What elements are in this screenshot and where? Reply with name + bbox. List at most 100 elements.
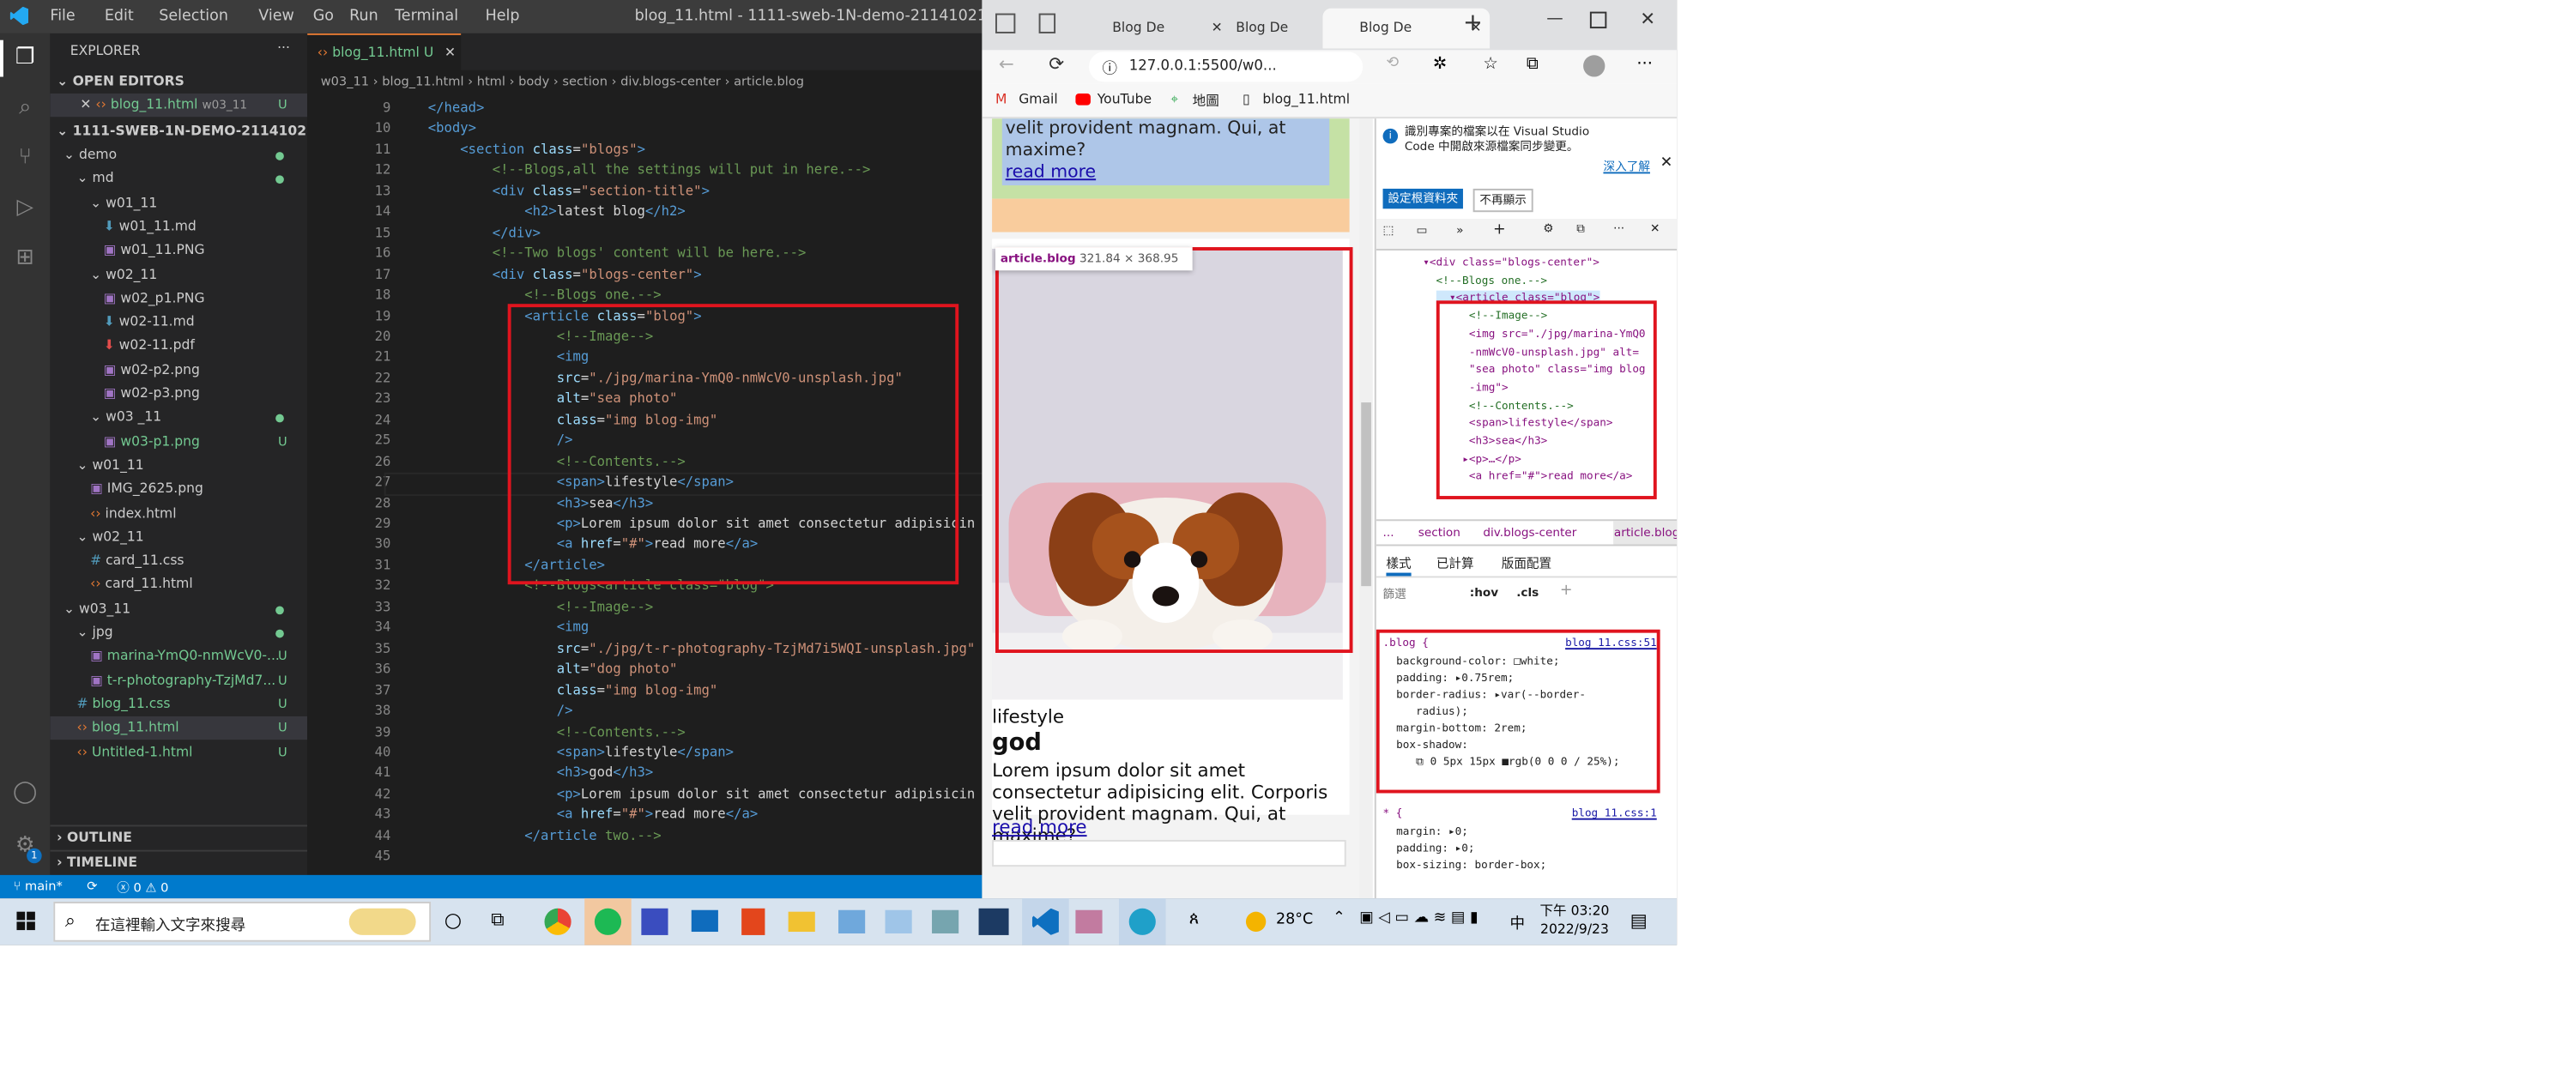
tree-item-img[interactable]: ▣ w01_11.PNG	[50, 239, 307, 263]
weather-temp[interactable]: 28°C	[1276, 912, 1313, 928]
extensions-icon[interactable]: ✲	[1433, 55, 1447, 73]
clock[interactable]: 下午 03:20 2022/9/23	[1539, 902, 1609, 939]
code-line[interactable]: <a href="#">read more</a>	[396, 807, 758, 823]
menu-help[interactable]: Help	[486, 9, 520, 25]
tree-item-html[interactable]: ‹› index.html	[50, 502, 307, 525]
page-icon[interactable]	[1038, 13, 1056, 33]
dom-node[interactable]: ▾<div class="blogs-center">	[1423, 256, 1599, 269]
info-icon[interactable]: ⓘ	[1103, 57, 1118, 78]
tree-item-folder[interactable]: ⌄ w02_11	[50, 263, 307, 287]
styles-tab[interactable]: 樣式	[1386, 554, 1412, 577]
devc-icon[interactable]	[978, 908, 1009, 935]
chrome-icon[interactable]	[544, 908, 571, 935]
new-rule-icon[interactable]: +	[1560, 583, 1573, 599]
tree-item-html[interactable]: ‹› blog_11.html U	[50, 716, 308, 740]
filter-input[interactable]: 篩選	[1383, 586, 1450, 602]
people-icon[interactable]: ጰ	[1189, 910, 1200, 928]
menu-file[interactable]: File	[50, 9, 75, 25]
chevron-up-icon[interactable]: ⌃	[1333, 910, 1345, 927]
tab-actions-icon[interactable]	[995, 13, 1016, 33]
page-scrollbar[interactable]	[1359, 118, 1373, 899]
account-icon[interactable]: ◯	[12, 780, 39, 806]
breadcrumb-item[interactable]: blog_11.html	[382, 74, 463, 89]
editor-tab-blog[interactable]: ‹› blog_11.html U ✕	[307, 33, 462, 72]
tree-item-img[interactable]: ▣ w02-p2.png	[50, 359, 307, 382]
close-devtools-icon[interactable]: ✕	[1650, 222, 1660, 236]
tree-item-html[interactable]: ‹› card_11.html	[50, 573, 307, 596]
tree-item-md[interactable]: ⬇ w02-11.md	[50, 311, 307, 334]
dont-show-button[interactable]: 不再顯示	[1472, 188, 1533, 213]
menu-view[interactable]: View	[258, 9, 294, 25]
more-tabs-icon[interactable]: »	[1456, 224, 1463, 238]
tree-item-md[interactable]: ⬇ w01_11.md	[50, 215, 307, 239]
sync-icon[interactable]: ⟳	[87, 879, 97, 894]
tree-item-css[interactable]: # blog_11.css U	[50, 693, 307, 716]
dom-crumb[interactable]: section	[1418, 521, 1460, 544]
tree-item-pdf[interactable]: ⬇ w02-11.pdf	[50, 335, 307, 358]
code-editor[interactable]: ‹› blog_11.html U ✕ w03_11 › blog_11.htm…	[307, 33, 983, 875]
code-line[interactable]: <h3>god</h3>	[396, 765, 654, 781]
bookmark-gmail[interactable]: Gmail	[1019, 92, 1057, 107]
tree-item-folder[interactable]: ⌄ w02_11	[50, 526, 307, 549]
cls-toggle[interactable]: .cls	[1516, 586, 1539, 600]
tree-item-img[interactable]: ▣ t-r-photography-TzjMd7... U	[50, 669, 307, 692]
code-line[interactable]: </head>	[396, 100, 485, 116]
notification-icon[interactable]: ▤	[1630, 910, 1648, 932]
breadcrumb-item[interactable]: html	[477, 74, 505, 89]
problems-indicator[interactable]: ⓧ 0 ⚠ 0	[117, 879, 168, 897]
app-icon[interactable]	[1075, 909, 1103, 933]
favorites-icon[interactable]: ☆	[1483, 55, 1497, 73]
tree-item-img[interactable]: ▣ w03-p1.png U	[50, 430, 307, 453]
outline-section[interactable]: › OUTLINE	[50, 824, 308, 849]
workspace-header[interactable]: ⌄ 1111-SWEB-1N-DEMO-211410211	[50, 120, 307, 143]
menu-run[interactable]: Run	[349, 9, 378, 25]
connect-icon[interactable]: ⧉	[1576, 222, 1585, 238]
file-explorer-icon[interactable]	[788, 911, 815, 933]
refresh-icon[interactable]: ⟳	[1049, 53, 1064, 75]
search-icon[interactable]: ⌕	[12, 95, 39, 122]
menu-go[interactable]: Go	[313, 9, 334, 25]
explorer-icon[interactable]: ❐	[12, 45, 39, 72]
mail-icon[interactable]	[691, 909, 718, 933]
bookmark-maps[interactable]: 地圖	[1193, 92, 1219, 110]
bookmark-blog[interactable]: blog_11.html	[1262, 92, 1350, 107]
app-icon[interactable]	[885, 909, 912, 933]
more-actions-icon[interactable]: ···	[277, 40, 290, 56]
collections-icon[interactable]: ⧉	[1527, 55, 1539, 73]
set-root-folder-button[interactable]: 設定根資料夾	[1382, 188, 1463, 209]
app-icon[interactable]	[838, 909, 866, 933]
tree-item-folder[interactable]: ⌄ w01_11	[50, 454, 307, 477]
address-bar[interactable]: ⓘ 127.0.0.1:5500/w0...	[1088, 51, 1364, 82]
styles-tab[interactable]: 已計算	[1436, 554, 1474, 572]
tree-item-folder[interactable]: ⌄ jpg	[50, 621, 307, 644]
read-more-link[interactable]: read more	[992, 817, 1086, 838]
close-icon[interactable]: ✕	[1660, 155, 1673, 172]
app-icon[interactable]	[932, 909, 959, 933]
code-line[interactable]: <!--Two blogs' content will be here.-->	[396, 245, 807, 261]
run-debug-icon[interactable]: ▷	[12, 196, 39, 222]
tray-icons[interactable]: ▣ ◁ ▭ ☁ ≋ ▤ ▮	[1359, 910, 1478, 927]
minimize-icon[interactable]: —	[1546, 10, 1563, 28]
settings-icon[interactable]: ⚙	[1543, 222, 1553, 236]
tree-item-folder[interactable]: ⌄ w03_11	[50, 597, 307, 620]
spotify-slot[interactable]	[584, 898, 632, 945]
read-more-link-prev[interactable]: read more	[1002, 162, 1329, 184]
rule-source-link[interactable]: blog_11.css:1	[1572, 806, 1657, 820]
code-line[interactable]: </article two.-->	[396, 828, 661, 843]
close-icon[interactable]: ✕	[50, 97, 91, 112]
open-editor-item[interactable]: ✕ ‹› blog_11.html w03_11 U	[50, 93, 308, 118]
profile-avatar[interactable]	[1583, 55, 1605, 77]
new-tab-icon[interactable]: +	[1463, 10, 1483, 37]
css-declaration[interactable]: padding: ▸0;	[1396, 842, 1474, 855]
add-tab-icon[interactable]: +	[1493, 222, 1506, 239]
more-icon[interactable]: ···	[1613, 222, 1624, 236]
tree-item-html[interactable]: ‹› Untitled-1.html U	[50, 740, 307, 764]
learn-more-link[interactable]: 深入了解	[1603, 159, 1649, 175]
dom-node[interactable]: <!--Blogs one.-->	[1423, 274, 1547, 287]
tree-item-css[interactable]: # card_11.css	[50, 550, 307, 573]
close-tab-icon[interactable]: ✕	[438, 45, 456, 61]
css-declaration[interactable]: box-sizing: border-box;	[1396, 858, 1546, 872]
styles-tab[interactable]: 版面配置	[1502, 554, 1551, 572]
css-declaration[interactable]: margin: ▸0;	[1396, 824, 1468, 838]
back-icon[interactable]: ←	[999, 53, 1014, 75]
